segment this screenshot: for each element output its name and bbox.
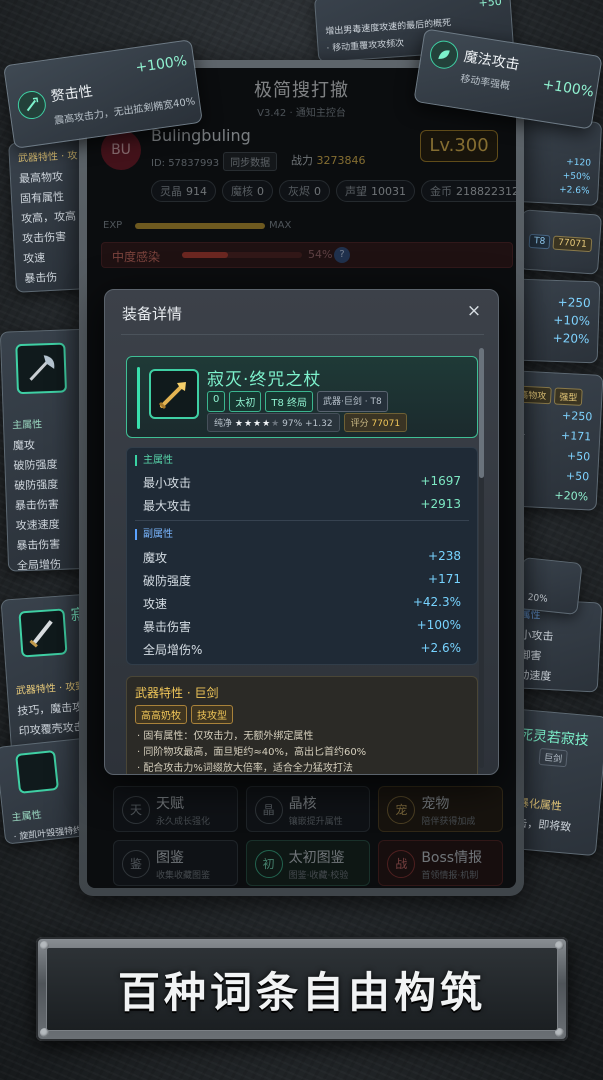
card-chip: 巨剑 [538, 747, 568, 768]
sub-attr-row: 攻速 +42.3% [143, 595, 461, 613]
attr-value: +2913 [420, 497, 461, 511]
promo-banner: 百种词条自由构筑 [36, 937, 568, 1041]
purity-badge: 纯净 ★★★★★ 97% +1.32 [207, 413, 340, 432]
item-name: 寂灭·终咒之杖 [207, 370, 322, 390]
card-line-value: +50 [566, 449, 591, 464]
card-tag: 强型 [553, 387, 583, 406]
score-value: 77071 [371, 419, 401, 429]
purity-label: 纯净 [214, 419, 233, 429]
sword-strike-icon [16, 89, 48, 121]
sub-attr-row: 全局增伤% +2.6% [143, 641, 461, 659]
card-chips: T8 77071 [520, 230, 599, 254]
magic-leaf-icon [427, 38, 461, 71]
axe-icon [15, 749, 60, 794]
card-value: +2.6% [558, 185, 590, 197]
bg-card-right-1: +120 +50% +2.6% [515, 117, 603, 207]
card-line-value: +171 [560, 428, 592, 444]
card-value: 20% [527, 592, 549, 605]
affix-name: 赘击性 [49, 83, 94, 106]
item-header-card: 寂灭·终咒之杖 0 太初 T8 终局 武器·巨剑 · T8 纯净 ★★★★★ 9… [126, 356, 478, 438]
weapon-trait-line: · 固有属性：仅攻击力，无额外绑定属性 [137, 731, 314, 742]
attr-value: +100% [416, 618, 461, 632]
weapon-trait-line: · 同阶物攻最高，面旦矩约≈40%，高出匕首约60% [137, 747, 367, 758]
bg-card-right-3: +250 +10% +20% [513, 278, 601, 364]
purity-value: 97% +1.32 [282, 419, 333, 429]
sword-icon [18, 608, 68, 658]
attr-value: +2.6% [420, 641, 461, 655]
card-line-value: +50 [565, 469, 590, 484]
scrollbar-thumb[interactable] [479, 348, 484, 478]
card-line-value: +250 [561, 408, 593, 424]
weapon-trait-line: · 配合攻击力%词缀放大倍率，适合全力猛攻打法 [137, 763, 353, 774]
score-label: 评分 [350, 419, 369, 429]
banner-text: 百种词条自由构筑 [117, 967, 486, 1017]
attr-name: 全局增伤% [143, 643, 203, 657]
divider [121, 334, 484, 335]
bg-card-right-2: T8 77071 [518, 209, 602, 275]
item-chip: T8 终局 [265, 391, 314, 412]
main-attr-row: 最大攻击 +2913 [143, 497, 461, 515]
star-empty-icon: ★ [271, 419, 280, 429]
affix-desc: 移动率强概 [459, 73, 511, 93]
attr-value: +238 [428, 549, 461, 563]
axe-icon [15, 342, 68, 395]
weapon-trait-panel: 武器特性 · 巨剑 高高奶牧 技攻型 · 固有属性：仅攻击力，无额外绑定属性 ·… [126, 676, 478, 774]
attr-name: 破防强度 [143, 574, 192, 588]
main-attr-title: 主属性 [135, 455, 173, 466]
item-stats-row: 纯净 ★★★★★ 97% +1.32 评分 77071 [207, 413, 408, 432]
weapon-tag: 高高奶牧 [135, 705, 187, 724]
item-chip: 太初 [229, 391, 262, 412]
attr-name: 最大攻击 [143, 499, 192, 513]
main-attr-row: 最小攻击 +1697 [143, 474, 461, 492]
close-button[interactable]: × [464, 301, 484, 321]
card-score: 77071 [552, 235, 593, 253]
card-item-name: 死灵若寂技 [518, 727, 590, 750]
item-chips: 0 太初 T8 终局 武器·巨剑 · T8 [207, 391, 388, 412]
weapon-tags: 高高奶牧 技攻型 [135, 705, 233, 724]
card-line-value: +20% [554, 488, 589, 504]
attr-name: 暴击伤害 [143, 620, 192, 634]
weapon-trait-title: 武器特性 · 巨剑 [135, 686, 219, 700]
card-value: +20% [552, 330, 590, 347]
banner-plate: 百种词条自由构筑 [46, 947, 558, 1031]
attr-value: +171 [428, 572, 461, 586]
card-chip: T8 [528, 233, 551, 250]
bg-card-right-7: 20% [517, 557, 583, 615]
item-chip: 武器·巨剑 · T8 [317, 391, 388, 412]
modal-title: 装备详情 [122, 305, 183, 323]
sub-attr-row: 破防强度 +171 [143, 572, 461, 590]
staff-icon [149, 369, 199, 419]
attributes-panel: 主属性 最小攻击 +1697 最大攻击 +2913 副属性 魔攻 +238 破防强度 +… [126, 447, 478, 665]
affix-percent: +100% [541, 76, 595, 101]
attr-value: +42.3% [412, 595, 461, 609]
weapon-tag: 技攻型 [191, 705, 233, 724]
attr-name: 最小攻击 [143, 476, 192, 490]
attr-value: +1697 [420, 474, 461, 488]
attr-name: 魔攻 [143, 551, 168, 565]
sub-attr-row: 暴击伤害 +100% [143, 618, 461, 636]
star-rating-icon: ★★★★ [234, 419, 272, 429]
accent-bar [137, 367, 140, 429]
item-chip: 0 [207, 391, 226, 412]
attr-name: 攻速 [143, 597, 168, 611]
divider [135, 520, 469, 521]
affix-percent: +100% [134, 53, 189, 77]
equipment-detail-modal: 装备详情 × 寂灭·终咒之杖 0 太初 T8 终局 武器·巨剑 · T8 纯净 … [104, 289, 499, 775]
score-badge: 评分 77071 [343, 413, 408, 432]
sub-attr-row: 魔攻 +238 [143, 549, 461, 567]
sub-attr-title: 副属性 [135, 529, 173, 540]
